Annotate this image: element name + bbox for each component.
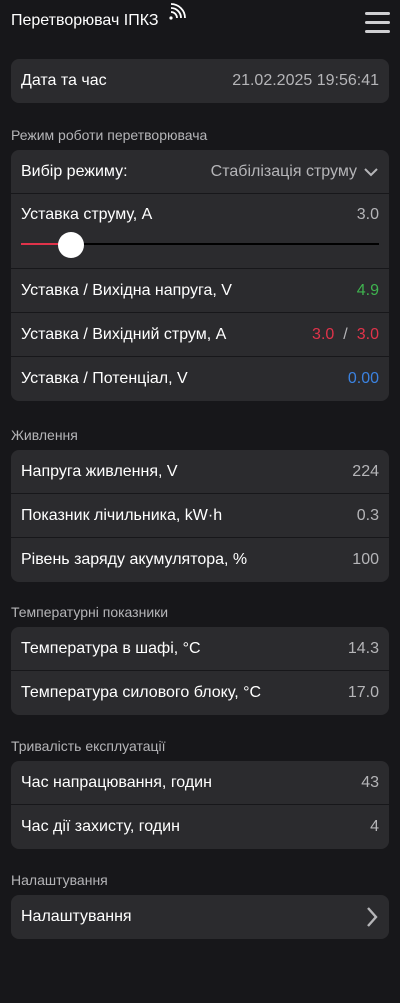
settings-section-title: Налаштування (11, 872, 108, 888)
mode-section-title: Режим роботи перетворювача (11, 127, 208, 143)
power-block-temp-row: Температура силового блоку, °C 17.0 (11, 671, 389, 715)
current-setpoint-label: Уставка струму, А (21, 206, 153, 223)
protection-hours-value: 4 (370, 818, 379, 835)
mode-select-dropdown[interactable]: Стабілізація струму (211, 163, 379, 181)
mode-select-row[interactable]: Вибір режиму: Стабілізація струму (11, 150, 389, 194)
chevron-right-icon (367, 907, 378, 927)
power-section-title: Живлення (11, 427, 78, 443)
cabinet-temp-value: 14.3 (347, 639, 379, 657)
potential-label: Уставка / Потенціал, V (21, 370, 188, 387)
potential-row: Уставка / Потенціал, V 0.00 (11, 357, 389, 401)
power-block-temp-label: Температура силового блоку, °C (21, 684, 262, 701)
settings-link-label: Налаштування (21, 908, 132, 925)
current-label: Уставка / Вихідний струм, А (21, 325, 227, 343)
cabinet-temp-label: Температура в шафі, °C (21, 639, 201, 657)
datetime-label: Дата та час (21, 72, 107, 89)
operating-hours-value: 43 (361, 773, 379, 791)
battery-value: 100 (352, 551, 379, 568)
settings-link-row[interactable]: Налаштування (11, 895, 389, 939)
power-card: Напруга живлення, V 224 Показник лічильн… (11, 450, 389, 582)
supply-voltage-value: 224 (352, 462, 379, 480)
current-setpoint-row: Уставка струму, А 3.0 (11, 194, 389, 269)
datetime-card: Дата та час 21.02.2025 19:56:41 (11, 59, 389, 103)
page-title: Перетворювач ІПКЗ (11, 12, 159, 29)
mode-select-value: Стабілізація струму (210, 162, 357, 180)
mode-select-label: Вибір режиму: (21, 162, 128, 180)
current-values: 3.0 / 3.0 (312, 326, 379, 344)
current-row: Уставка / Вихідний струм, А 3.0 / 3.0 (11, 313, 389, 357)
supply-voltage-label: Напруга живлення, V (21, 462, 178, 480)
voltage-row: Уставка / Вихідна напруга, V 4.9 (11, 269, 389, 313)
wifi-icon (169, 3, 186, 20)
power-block-temp-value: 17.0 (347, 684, 379, 701)
current-slider-thumb[interactable] (58, 232, 85, 258)
operating-hours-label: Час напрацювання, годин (21, 773, 212, 791)
uptime-card: Час напрацювання, годин 43 Час дії захис… (11, 761, 389, 849)
current-actual: 3.0 (356, 325, 379, 343)
voltage-label: Уставка / Вихідна напруга, V (21, 281, 232, 299)
current-setpoint-value: 3.0 (356, 206, 379, 223)
potential-value: 0.00 (347, 370, 379, 387)
current-separator: / (343, 325, 348, 343)
temp-section-title: Температурні показники (11, 604, 169, 620)
meter-label: Показник лічильника, kW·h (21, 506, 223, 524)
protection-hours-label: Час дії захисту, годин (21, 818, 180, 835)
protection-hours-row: Час дії захисту, годин 4 (11, 805, 389, 849)
voltage-value: 4.9 (356, 281, 379, 299)
uptime-section-title: Тривалість експлуатації (11, 738, 166, 754)
operating-hours-row: Час напрацювання, годин 43 (11, 761, 389, 805)
cabinet-temp-row: Температура в шафі, °C 14.3 (11, 627, 389, 671)
menu-icon[interactable] (365, 11, 390, 35)
mode-card: Вибір режиму: Стабілізація струму Уставк… (11, 150, 389, 401)
battery-label: Рівень заряду акумулятора, % (21, 551, 248, 568)
chevron-down-icon (364, 167, 378, 176)
meter-row: Показник лічильника, kW·h 0.3 (11, 494, 389, 538)
app-header: Перетворювач ІПКЗ (0, 0, 400, 48)
meter-value: 0.3 (356, 506, 379, 524)
settings-card: Налаштування (11, 895, 389, 939)
battery-row: Рівень заряду акумулятора, % 100 (11, 538, 389, 582)
datetime-row: Дата та час 21.02.2025 19:56:41 (11, 59, 389, 103)
datetime-value: 21.02.2025 19:56:41 (232, 72, 379, 89)
temp-card: Температура в шафі, °C 14.3 Температура … (11, 627, 389, 715)
current-setpoint: 3.0 (312, 325, 335, 343)
supply-voltage-row: Напруга живлення, V 224 (11, 450, 389, 494)
